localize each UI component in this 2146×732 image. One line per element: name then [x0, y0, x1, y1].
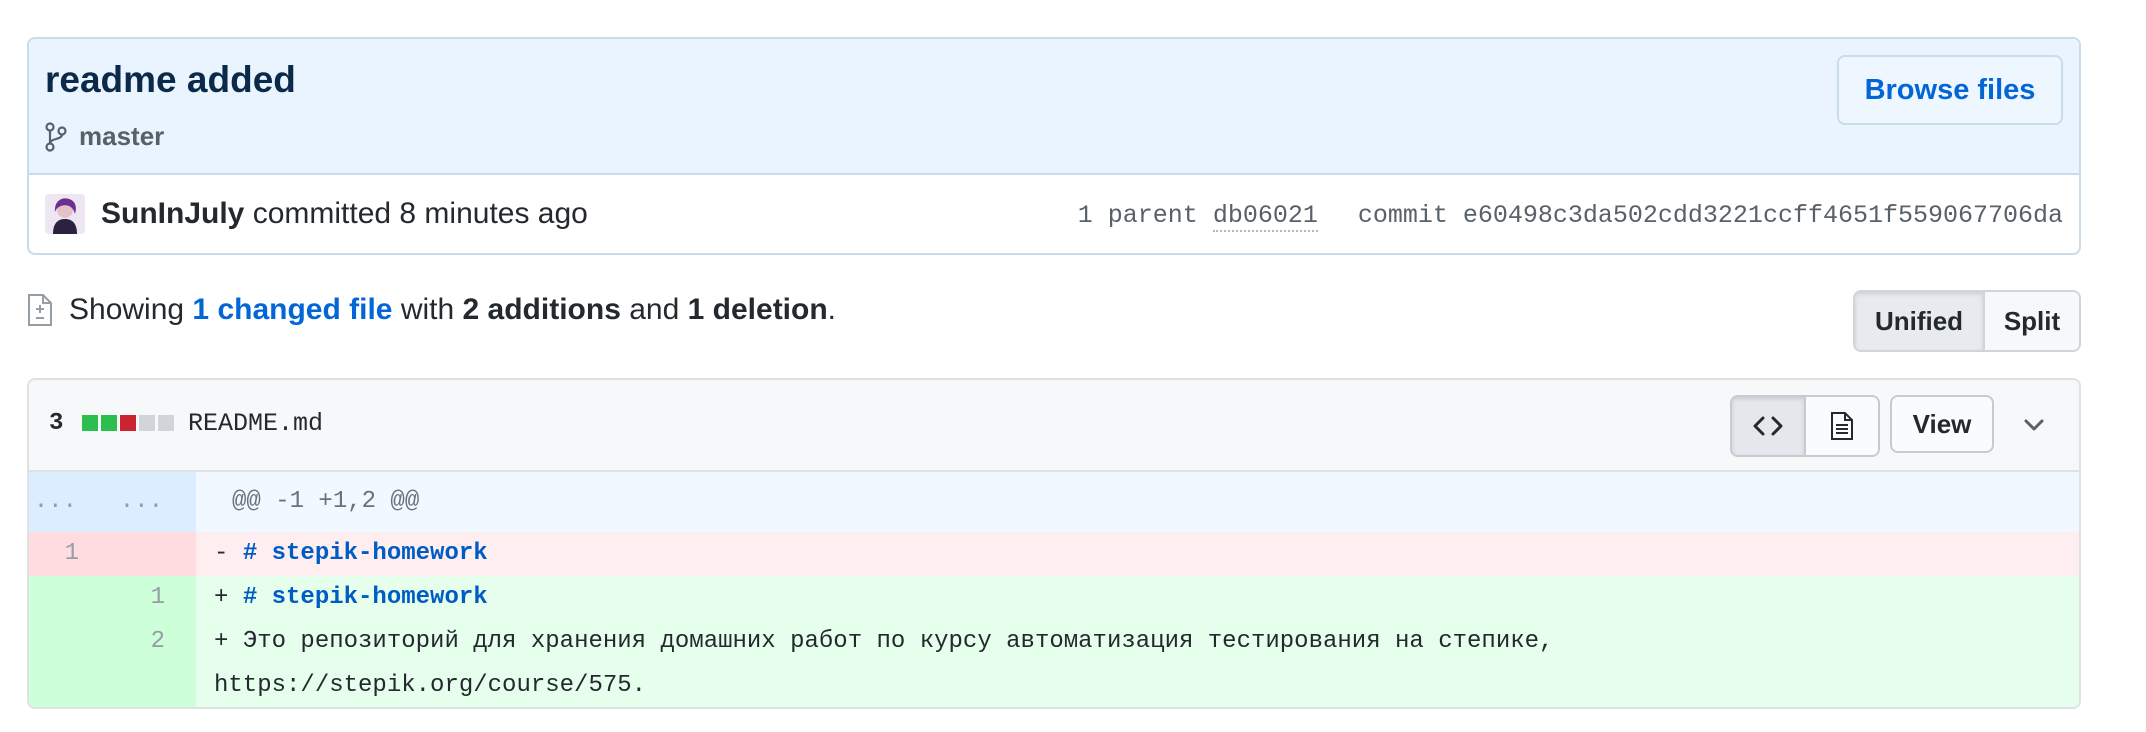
file-header: 3 README.md View [29, 380, 2079, 472]
line-code: + Это репозиторий для хранения домашних … [196, 620, 2079, 707]
diffstat-block-added [82, 415, 98, 431]
file-changes-count: 3 [49, 410, 64, 437]
diff-view-toggle: Unified Split [1853, 290, 2081, 352]
diff-sign: + [214, 584, 243, 611]
diff-table: ... ... @@ -1 +1,2 @@ 1 - # stepik-homew… [29, 472, 2079, 707]
diff-sign: - [214, 540, 243, 567]
file-name[interactable]: README.md [188, 409, 323, 438]
file-menu-toggle[interactable] [2019, 410, 2049, 440]
split-view-button[interactable]: Split [1983, 292, 2079, 350]
summary-showing: Showing [69, 293, 185, 326]
diffstat-block-neutral [139, 415, 155, 431]
file-icon [1831, 412, 1853, 440]
line-code: - # stepik-homework [196, 532, 2079, 576]
commit-header: readme added master Browse files [29, 39, 2079, 175]
git-branch-icon [45, 121, 67, 152]
additions-count: 2 additions [462, 293, 621, 326]
diffstat-block-deleted [120, 415, 136, 431]
rich-diff-button[interactable] [1804, 397, 1878, 455]
diff-line-added: 2 + Это репозиторий для хранения домашни… [29, 620, 2079, 707]
source-diff-button[interactable] [1732, 397, 1804, 455]
diffstat-block-neutral [158, 415, 174, 431]
chevron-down-icon [2024, 419, 2044, 431]
hunk-expand-old[interactable]: ... [29, 472, 93, 532]
file-diff-icon [28, 294, 52, 326]
author-link[interactable]: SunInJuly [101, 197, 244, 230]
diff-line-deleted: 1 - # stepik-homework [29, 532, 2079, 576]
author-line: SunInJuly committed 8 minutes ago [101, 197, 588, 231]
old-line-number[interactable] [29, 620, 93, 707]
unified-view-button[interactable]: Unified [1855, 292, 1983, 350]
deletions-count: 1 deletion [687, 293, 828, 326]
new-line-number[interactable]: 2 [93, 620, 179, 707]
markdown-heading: # stepik-homework [242, 540, 488, 567]
commit-meta: SunInJuly committed 8 minutes ago 1 pare… [29, 175, 2079, 253]
summary-with: with [400, 293, 455, 326]
committed-time: committed 8 minutes ago [252, 197, 588, 230]
commit-label: commit [1357, 201, 1448, 230]
hunk-header-row: ... ... @@ -1 +1,2 @@ [29, 472, 2079, 532]
code-icon [1753, 416, 1783, 436]
summary-and: and [629, 293, 680, 326]
summary-period: . [827, 293, 837, 326]
commit-sha: e60498c3da502cdd3221ccff4651f559067706da [1462, 201, 2063, 230]
changed-files-link[interactable]: 1 changed file [192, 293, 392, 327]
diffstat-block-added [101, 415, 117, 431]
old-line-number[interactable] [29, 576, 93, 620]
line-code: + # stepik-homework [196, 576, 2079, 620]
view-file-button[interactable]: View [1890, 395, 1994, 453]
diff-line-added: 1 + # stepik-homework [29, 576, 2079, 620]
new-line-number[interactable] [93, 532, 179, 576]
diff-summary: Showing 1 changed file with 2 additions … [27, 293, 836, 327]
browse-files-button[interactable]: Browse files [1837, 55, 2063, 125]
hunk-expand-new[interactable]: ... [93, 472, 179, 532]
line-text: Это репозиторий для хранения домашних ра… [214, 628, 1554, 699]
branch-label[interactable]: master [45, 121, 164, 152]
parent-label: 1 parent [1077, 201, 1198, 230]
avatar[interactable] [45, 194, 85, 234]
display-mode-group [1730, 395, 1880, 457]
old-line-number[interactable]: 1 [29, 532, 93, 576]
diff-sign: + [214, 628, 243, 655]
markdown-heading: # stepik-homework [242, 584, 488, 611]
user-avatar-image [45, 194, 85, 234]
new-line-number[interactable]: 1 [93, 576, 179, 620]
commit-title: readme added [45, 59, 296, 100]
diffstat-bar [82, 415, 177, 431]
commit-box: readme added master Browse files SunInJu… [27, 37, 2081, 255]
hunk-header: @@ -1 +1,2 @@ [196, 472, 2079, 532]
sha-info: 1 parent db06021 commit e60498c3da502cdd3… [1077, 201, 2063, 232]
branch-name: master [79, 121, 165, 151]
parent-sha-link[interactable]: db06021 [1212, 201, 1318, 232]
file-diff: 3 README.md View ... ... @@ -1 +1,2 @@ 1… [27, 378, 2081, 709]
